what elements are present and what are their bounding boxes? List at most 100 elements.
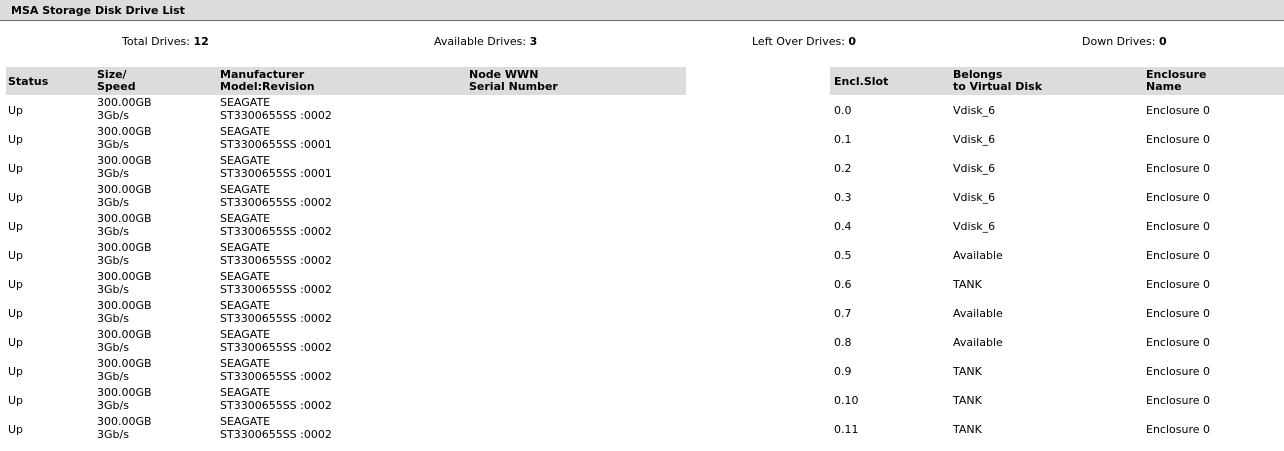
drive-manufacturer: SEAGATE: [220, 154, 271, 167]
drive-virtual-disk: Available: [953, 307, 1003, 320]
drive-speed: 3Gb/s: [97, 312, 129, 325]
drive-encl-slot: 0.3: [834, 191, 852, 204]
table-header: Status Size/ Speed Manufacturer Model:Re…: [6, 67, 1284, 95]
drive-status: Up: [8, 133, 24, 146]
drive-model: ST3300655SS :0002: [220, 370, 332, 383]
drive-speed: 3Gb/s: [97, 254, 129, 267]
drive-model: ST3300655SS :0002: [220, 399, 332, 412]
drive-model: ST3300655SS :0002: [220, 109, 332, 122]
drive-manufacturer-model: SEAGATE ST3300655SS :0002: [220, 270, 332, 296]
drive-encl-slot: 0.5: [834, 249, 852, 262]
drive-size-speed: 300.00GB 3Gb/s: [97, 183, 152, 209]
header-gap: [686, 67, 830, 95]
drive-size-speed: 300.00GB 3Gb/s: [97, 125, 152, 151]
col-virtual-disk: Belongs to Virtual Disk: [953, 69, 1042, 93]
down-drives-label: Down Drives:: [1082, 35, 1156, 48]
table-row: Up 300.00GB 3Gb/s SEAGATE ST3300655SS :0002 0…: [0, 212, 1284, 241]
col-wwn-line2: Serial Number: [469, 80, 558, 93]
table-row: Up 300.00GB 3Gb/s SEAGATE ST3300655SS :0002 0…: [0, 299, 1284, 328]
leftover-drives-value: 0: [848, 35, 857, 48]
table-row: Up 300.00GB 3Gb/s SEAGATE ST3300655SS :0002 0…: [0, 270, 1284, 299]
drive-manufacturer-model: SEAGATE ST3300655SS :0002: [220, 328, 332, 354]
drive-size-speed: 300.00GB 3Gb/s: [97, 299, 152, 325]
table-row: Up 300.00GB 3Gb/s SEAGATE ST3300655SS :0002 0…: [0, 386, 1284, 415]
leftover-drives-label: Left Over Drives:: [752, 35, 845, 48]
drive-status: Up: [8, 423, 24, 436]
table-row: Up 300.00GB 3Gb/s SEAGATE ST3300655SS :0002 0…: [0, 183, 1284, 212]
drive-encl-slot: 0.2: [834, 162, 852, 175]
drive-manufacturer: SEAGATE: [220, 183, 271, 196]
drive-virtual-disk: Vdisk_6: [953, 191, 996, 204]
drive-size-speed: 300.00GB 3Gb/s: [97, 96, 152, 122]
drive-model: ST3300655SS :0002: [220, 341, 332, 354]
col-size-line2: Speed: [97, 80, 136, 93]
drive-manufacturer: SEAGATE: [220, 415, 271, 428]
drive-size: 300.00GB: [97, 212, 152, 225]
drive-status: Up: [8, 394, 24, 407]
drive-size: 300.00GB: [97, 415, 152, 428]
drive-manufacturer-model: SEAGATE ST3300655SS :0001: [220, 125, 332, 151]
drive-manufacturer-model: SEAGATE ST3300655SS :0002: [220, 96, 332, 122]
drive-manufacturer-model: SEAGATE ST3300655SS :0001: [220, 154, 332, 180]
total-drives-label: Total Drives:: [122, 35, 190, 48]
col-mfr-line2: Model:Revision: [220, 80, 315, 93]
drive-enclosure-name: Enclosure 0: [1146, 307, 1211, 320]
drive-speed: 3Gb/s: [97, 428, 129, 441]
table-row: Up 300.00GB 3Gb/s SEAGATE ST3300655SS :0002 0…: [0, 357, 1284, 386]
drive-manufacturer: SEAGATE: [220, 125, 271, 138]
drive-speed: 3Gb/s: [97, 341, 129, 354]
col-node-wwn: Node WWN Serial Number: [469, 69, 558, 93]
table-row: Up 300.00GB 3Gb/s SEAGATE ST3300655SS :0001 0…: [0, 125, 1284, 154]
drive-size-speed: 300.00GB 3Gb/s: [97, 386, 152, 412]
drive-enclosure-name: Enclosure 0: [1146, 104, 1211, 117]
drive-status: Up: [8, 104, 24, 117]
drive-model: ST3300655SS :0002: [220, 312, 332, 325]
drive-enclosure-name: Enclosure 0: [1146, 365, 1211, 378]
drive-virtual-disk: Vdisk_6: [953, 162, 996, 175]
drive-enclosure-name: Enclosure 0: [1146, 220, 1211, 233]
drive-encl-slot: 0.6: [834, 278, 852, 291]
down-drives-value: 0: [1158, 35, 1167, 48]
drive-size-speed: 300.00GB 3Gb/s: [97, 328, 152, 354]
drive-virtual-disk: Available: [953, 336, 1003, 349]
drive-status: Up: [8, 220, 24, 233]
drive-status: Up: [8, 191, 24, 204]
drive-enclosure-name: Enclosure 0: [1146, 423, 1211, 436]
drive-model: ST3300655SS :0002: [220, 196, 332, 209]
col-manufacturer: Manufacturer Model:Revision: [220, 69, 315, 93]
drive-speed: 3Gb/s: [97, 370, 129, 383]
drive-manufacturer-model: SEAGATE ST3300655SS :0002: [220, 357, 332, 383]
available-drives-label: Available Drives:: [434, 35, 527, 48]
drive-manufacturer-model: SEAGATE ST3300655SS :0002: [220, 299, 332, 325]
leftover-drives: Left Over Drives: 0: [752, 35, 856, 48]
drive-size-speed: 300.00GB 3Gb/s: [97, 270, 152, 296]
drive-virtual-disk: Vdisk_6: [953, 104, 996, 117]
drive-model: ST3300655SS :0002: [220, 225, 332, 238]
drive-size: 300.00GB: [97, 270, 152, 283]
drive-model: ST3300655SS :0001: [220, 167, 332, 180]
drive-manufacturer: SEAGATE: [220, 299, 271, 312]
drive-manufacturer-model: SEAGATE ST3300655SS :0002: [220, 212, 332, 238]
table-row: Up 300.00GB 3Gb/s SEAGATE ST3300655SS :0001 0…: [0, 154, 1284, 183]
drive-virtual-disk: TANK: [953, 365, 982, 378]
table-row: Up 300.00GB 3Gb/s SEAGATE ST3300655SS :0002 0…: [0, 241, 1284, 270]
drive-encl-slot: 0.7: [834, 307, 852, 320]
drive-status: Up: [8, 336, 24, 349]
drive-status: Up: [8, 162, 24, 175]
drive-speed: 3Gb/s: [97, 109, 129, 122]
drive-speed: 3Gb/s: [97, 399, 129, 412]
drive-size: 300.00GB: [97, 357, 152, 370]
page-titlebar: MSA Storage Disk Drive List: [0, 0, 1284, 21]
available-drives: Available Drives: 3: [434, 35, 537, 48]
drive-virtual-disk: Vdisk_6: [953, 133, 996, 146]
drive-enclosure-name: Enclosure 0: [1146, 133, 1211, 146]
available-drives-value: 3: [529, 35, 538, 48]
page-title: MSA Storage Disk Drive List: [11, 4, 185, 17]
col-status: Status: [8, 75, 49, 88]
drive-virtual-disk: Available: [953, 249, 1003, 262]
drive-manufacturer: SEAGATE: [220, 241, 271, 254]
drive-size: 300.00GB: [97, 154, 152, 167]
drive-virtual-disk: TANK: [953, 423, 982, 436]
drive-status: Up: [8, 249, 24, 262]
drive-enclosure-name: Enclosure 0: [1146, 394, 1211, 407]
